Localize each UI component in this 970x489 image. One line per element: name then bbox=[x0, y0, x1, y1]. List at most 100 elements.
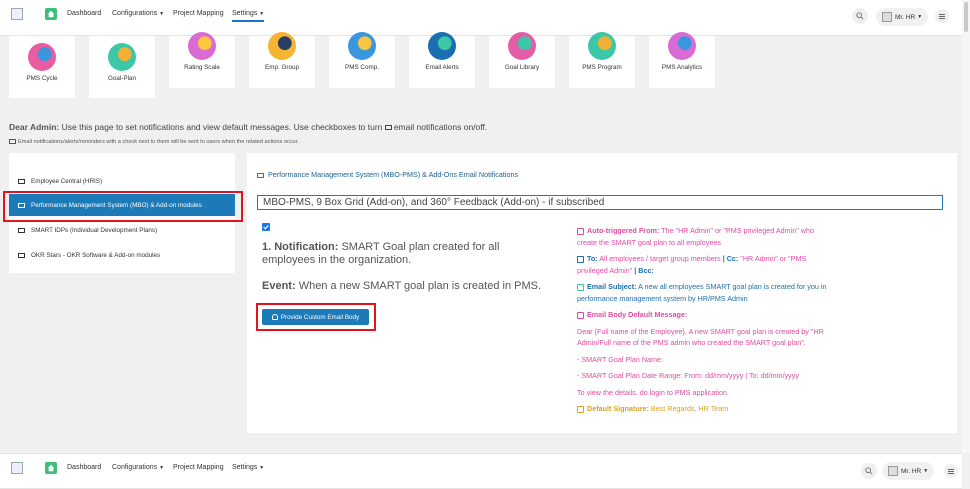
envelope-icon bbox=[18, 252, 25, 258]
email-subject-label: Email Subject: bbox=[587, 282, 637, 291]
module-icon bbox=[28, 43, 56, 71]
event-label: Event: bbox=[262, 280, 296, 292]
page-scrollbar[interactable] bbox=[962, 0, 970, 453]
module-icon bbox=[348, 32, 376, 60]
email-note: Email notifications/alerts/reminders wit… bbox=[9, 139, 299, 145]
envelope-icon bbox=[18, 227, 25, 233]
sidebar-item-label: Employee Central (HRIS) bbox=[31, 177, 103, 185]
chevron-down-icon: ▼ bbox=[917, 14, 923, 20]
nav-settings-label: Settings bbox=[232, 464, 258, 471]
notification-checkbox[interactable] bbox=[262, 223, 270, 231]
module-icon bbox=[588, 32, 616, 60]
tile-goal-plan[interactable]: Goal-Plan bbox=[89, 36, 155, 98]
sidebar-item-okr[interactable]: OKR Stars - OKR Software & Add-on module… bbox=[9, 244, 235, 266]
tile-label: Goal Library bbox=[504, 64, 540, 71]
email-body-line: - SMART Goal Plan Name: bbox=[577, 354, 664, 364]
nav-project-mapping[interactable]: Project Mapping bbox=[173, 10, 224, 17]
sidebar-item-label: OKR Stars - OKR Software & Add-on module… bbox=[31, 251, 161, 259]
envelope-icon bbox=[384, 125, 392, 131]
bcc-label: | Bcc: bbox=[634, 265, 654, 275]
user-name: Mr. HR bbox=[895, 13, 916, 21]
search-icon[interactable] bbox=[861, 463, 877, 479]
envelope-icon bbox=[9, 139, 16, 145]
intro-greeting: Dear Admin: bbox=[9, 122, 60, 132]
tile-label: Goal-Plan bbox=[107, 75, 136, 82]
top-navbar: Dashboard Configurations ▼ Project Mappin… bbox=[0, 0, 962, 36]
module-icon bbox=[188, 32, 216, 60]
home-icon[interactable] bbox=[45, 462, 57, 474]
module-icon bbox=[508, 32, 536, 60]
email-details: Auto-triggered From: The "HR Admin" or "… bbox=[577, 225, 827, 420]
nav-project-mapping[interactable]: Project Mapping bbox=[173, 464, 224, 471]
nav-dashboard[interactable]: Dashboard bbox=[67, 10, 101, 17]
tile-goal-library[interactable]: Goal Library bbox=[489, 32, 555, 88]
tile-emp-group[interactable]: Emp. Group bbox=[249, 32, 315, 88]
intro-text: Dear Admin: Use this page to set notific… bbox=[9, 122, 487, 132]
panel-heading-text: Performance Management System (MBO-PMS) … bbox=[268, 170, 519, 179]
document-icon bbox=[577, 283, 584, 291]
home-icon[interactable] bbox=[45, 8, 57, 20]
logo-image[interactable] bbox=[11, 8, 23, 20]
tile-pms-analytics[interactable]: PMS Analytics bbox=[649, 32, 715, 88]
nav-configurations[interactable]: Configurations ▼ bbox=[112, 464, 164, 471]
nav-dashboard[interactable]: Dashboard bbox=[67, 464, 101, 471]
tile-email-alerts[interactable]: Email Alerts bbox=[409, 32, 475, 88]
tile-label: Rating Scale bbox=[184, 64, 220, 71]
notifications-panel: Performance Management System (MBO-PMS) … bbox=[247, 153, 957, 433]
nav-settings-label: Settings bbox=[232, 10, 258, 17]
tile-pms-program[interactable]: PMS Program bbox=[569, 32, 635, 88]
module-icon bbox=[108, 43, 136, 71]
logo-image[interactable] bbox=[11, 462, 23, 474]
module-icon bbox=[428, 32, 456, 60]
tile-label: PMS Program bbox=[582, 64, 622, 71]
nav-settings[interactable]: Settings ▼ bbox=[232, 10, 265, 22]
email-note-text: Email notifications/alerts/reminders wit… bbox=[18, 139, 299, 145]
nav-configurations-label: Configurations bbox=[112, 464, 158, 471]
intro-body-end: email notifications on/off. bbox=[393, 122, 488, 132]
event-title: Event: When a new SMART goal plan is cre… bbox=[262, 280, 562, 292]
chevron-down-icon: ▼ bbox=[259, 11, 265, 17]
to-label: To: bbox=[587, 254, 598, 263]
user-menu[interactable]: Mr. HR ▼ bbox=[876, 8, 929, 26]
intro-body: Use this page to set notifications and v… bbox=[61, 122, 383, 132]
nav-configurations[interactable]: Configurations ▼ bbox=[112, 10, 164, 17]
signature-text: Best Regards, HR Team bbox=[650, 404, 729, 413]
email-body-label: Email Body Default Message: bbox=[587, 310, 688, 319]
envelope-icon bbox=[18, 178, 25, 184]
envelope-icon bbox=[257, 172, 264, 178]
tile-rating-scale[interactable]: Rating Scale bbox=[169, 32, 235, 88]
user-icon bbox=[577, 255, 584, 263]
pen-icon bbox=[577, 405, 584, 413]
tile-pms-cycle[interactable]: PMS Cycle bbox=[9, 36, 75, 98]
avatar bbox=[888, 466, 898, 476]
message-icon bbox=[577, 311, 584, 319]
hamburger-menu-icon[interactable] bbox=[935, 9, 949, 23]
notification-title: 1. Notification: SMART Goal plan created… bbox=[262, 241, 542, 267]
search-icon[interactable] bbox=[852, 8, 868, 24]
avatar bbox=[882, 12, 892, 22]
sidebar-item-hris[interactable]: Employee Central (HRIS) bbox=[9, 170, 235, 192]
tile-label: PMS Cycle bbox=[26, 75, 58, 82]
tile-pms-comp[interactable]: PMS Comp. bbox=[329, 32, 395, 88]
notification-label: 1. Notification: bbox=[262, 241, 339, 253]
user-menu[interactable]: Mr. HR ▼ bbox=[882, 462, 935, 480]
email-body-text: Dear {Full name of the Employee}, A new … bbox=[577, 326, 824, 348]
chevron-down-icon: ▼ bbox=[259, 465, 265, 471]
auto-triggered-label: Auto-triggered From: bbox=[587, 226, 660, 235]
tile-label: Emp. Group bbox=[265, 64, 299, 71]
module-icon bbox=[668, 32, 696, 60]
nav-configurations-label: Configurations bbox=[112, 10, 158, 17]
nav-settings[interactable]: Settings ▼ bbox=[232, 464, 264, 471]
hamburger-menu-icon[interactable] bbox=[944, 464, 958, 478]
tile-label: Email Alerts bbox=[425, 64, 459, 71]
tile-label: PMS Comp. bbox=[345, 64, 379, 71]
panel-heading: Performance Management System (MBO-PMS) … bbox=[257, 170, 518, 179]
email-body-line: - SMART Goal Plan Date Range: From: dd/m… bbox=[577, 371, 799, 380]
sidebar-item-idps[interactable]: SMART IDPs (Individual Development Plans… bbox=[9, 219, 235, 241]
to-text: All employees / target group members bbox=[599, 254, 721, 263]
sidebar-item-label: SMART IDPs (Individual Development Plans… bbox=[31, 226, 158, 234]
section-title-box: MBO-PMS, 9 Box Grid (Add-on), and 360° F… bbox=[257, 195, 943, 210]
envelope-icon bbox=[577, 227, 584, 235]
scrollbar-thumb[interactable] bbox=[964, 2, 968, 32]
chevron-down-icon: ▼ bbox=[923, 468, 929, 474]
